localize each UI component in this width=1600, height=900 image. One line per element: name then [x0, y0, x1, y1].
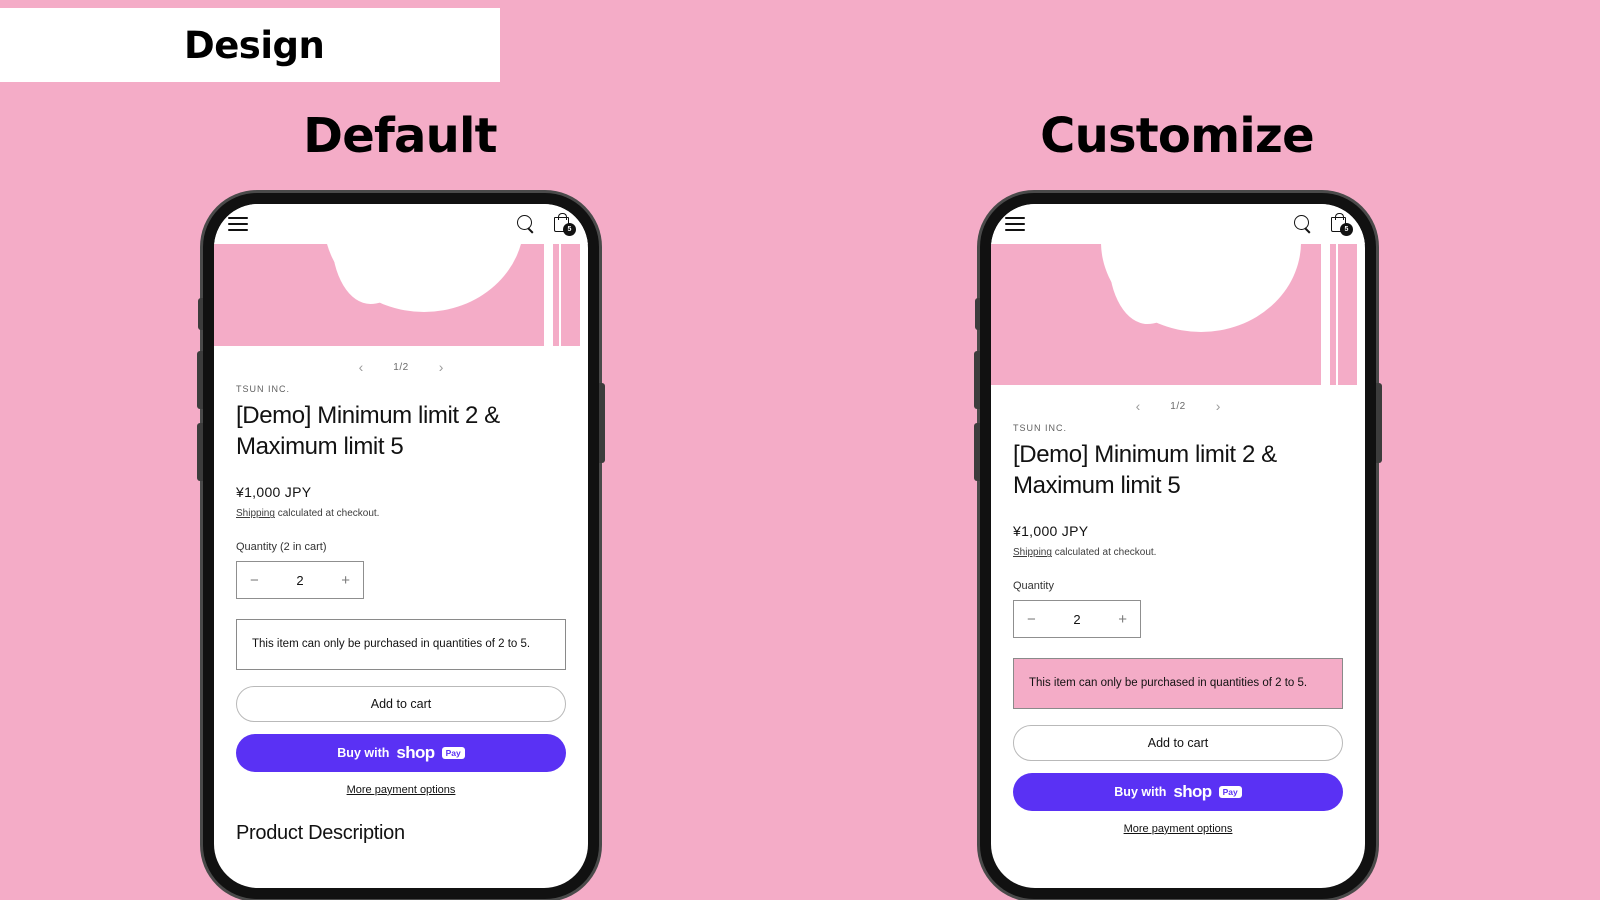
search-icon[interactable]: [517, 214, 536, 234]
shop-pay-tag: Pay: [441, 746, 465, 760]
gallery-carousel-nav-customize: ‹ 1/2 ›: [991, 389, 1365, 423]
add-to-cart-button[interactable]: Add to cart: [236, 685, 566, 722]
quantity-value[interactable]: 2: [296, 573, 303, 588]
more-payment-options-link[interactable]: More payment options: [236, 784, 566, 796]
cart-count-badge: 5: [563, 223, 576, 236]
quantity-label: Quantity (2 in cart): [236, 541, 327, 554]
shipping-note-text: calculated at checkout.: [1054, 547, 1157, 559]
gallery-slide-next-preview[interactable]: [1327, 244, 1357, 385]
quantity-increase-button[interactable]: +: [1118, 612, 1127, 627]
quantity-stepper[interactable]: − 2 +: [1013, 600, 1141, 639]
design-banner-title: Design: [184, 23, 325, 67]
buy-with-shop-pay-button[interactable]: Buy with shop Pay: [236, 733, 566, 772]
gallery-counter: 1/2: [1170, 400, 1186, 412]
store-header-customize: 5: [991, 204, 1365, 244]
add-to-cart-button[interactable]: Add to cart: [1013, 724, 1343, 761]
phone-silent-switch[interactable]: [975, 298, 980, 330]
shipping-link[interactable]: Shipping: [1013, 547, 1052, 558]
quantity-limit-notice: This item can only be purchased in quant…: [236, 619, 566, 670]
shop-pay-logo: shop: [396, 742, 435, 762]
design-banner: Design: [0, 8, 500, 82]
quantity-decrease-button[interactable]: −: [1027, 612, 1036, 627]
phone-mockup-default: 5 ‹ 1/2 › TSUN INC. [Demo] Minimum limit…: [197, 193, 605, 899]
product-price: ¥1,000 JPY: [236, 484, 312, 501]
shipping-note: Shipping calculated at checkout.: [1013, 547, 1343, 558]
buy-with-shop-pay-button[interactable]: Buy with shop Pay: [1013, 772, 1343, 811]
store-header-default: 5: [214, 204, 588, 244]
product-title: [Demo] Minimum limit 2 & Maximum limit 5: [1013, 441, 1277, 499]
shop-pay-prefix: Buy with: [337, 745, 390, 760]
product-page-default: ‹ 1/2 › TSUN INC. [Demo] Minimum limit 2…: [214, 244, 588, 845]
gallery-next-icon[interactable]: ›: [1216, 399, 1221, 413]
cart-count-badge: 5: [1340, 223, 1353, 236]
phone-power-button[interactable]: [1376, 383, 1382, 463]
product-info-default: TSUN INC. [Demo] Minimum limit 2 & Maxim…: [214, 384, 588, 845]
product-gallery-customize[interactable]: [991, 244, 1365, 385]
gallery-carousel-nav-default: ‹ 1/2 ›: [214, 350, 588, 384]
shopping-cart-icon[interactable]: 5: [1329, 213, 1353, 236]
search-icon[interactable]: [1294, 214, 1313, 234]
shop-pay-prefix: Buy with: [1114, 784, 1167, 799]
gallery-slide-current: [991, 244, 1321, 385]
gallery-prev-icon[interactable]: ‹: [1136, 399, 1141, 413]
gallery-prev-icon[interactable]: ‹: [359, 360, 364, 374]
product-vendor: TSUN INC.: [236, 384, 290, 394]
phone-screen-default: 5 ‹ 1/2 › TSUN INC. [Demo] Minimum limit…: [214, 204, 588, 888]
product-info-customize: TSUN INC. [Demo] Minimum limit 2 & Maxim…: [991, 423, 1365, 835]
more-payment-options-link[interactable]: More payment options: [1013, 823, 1343, 835]
phone-screen-customize: 5 ‹ 1/2 › TSUN INC. [Demo] Minimum limit…: [991, 204, 1365, 888]
hamburger-menu-icon[interactable]: [228, 217, 248, 231]
column-title-customize: Customize: [1040, 108, 1314, 164]
product-title: [Demo] Minimum limit 2 & Maximum limit 5: [236, 402, 500, 460]
quantity-label: Quantity: [1013, 580, 1054, 593]
product-description-heading: Product Description: [236, 821, 405, 844]
gallery-next-icon[interactable]: ›: [439, 360, 444, 374]
phone-volume-down-button[interactable]: [197, 423, 203, 481]
phone-volume-up-button[interactable]: [974, 351, 980, 409]
product-price: ¥1,000 JPY: [1013, 523, 1089, 540]
shopping-cart-icon[interactable]: 5: [552, 213, 576, 236]
shipping-note: Shipping calculated at checkout.: [236, 508, 566, 519]
phone-silent-switch[interactable]: [198, 298, 203, 330]
shop-pay-logo: shop: [1173, 781, 1212, 801]
gallery-slide-next-preview[interactable]: [550, 244, 580, 346]
quantity-stepper[interactable]: − 2 +: [236, 561, 364, 600]
product-gallery-default[interactable]: [214, 244, 588, 346]
phone-power-button[interactable]: [599, 383, 605, 463]
shipping-note-text: calculated at checkout.: [277, 508, 380, 520]
product-page-customize: ‹ 1/2 › TSUN INC. [Demo] Minimum limit 2…: [991, 244, 1365, 835]
quantity-decrease-button[interactable]: −: [250, 573, 259, 588]
phone-volume-down-button[interactable]: [974, 423, 980, 481]
phone-mockup-customize: 5 ‹ 1/2 › TSUN INC. [Demo] Minimum limit…: [974, 193, 1382, 899]
column-title-default: Default: [303, 108, 497, 164]
gallery-counter: 1/2: [393, 361, 409, 373]
quantity-increase-button[interactable]: +: [341, 573, 350, 588]
quantity-value[interactable]: 2: [1073, 612, 1080, 627]
phone-volume-up-button[interactable]: [197, 351, 203, 409]
shop-pay-tag: Pay: [1218, 785, 1242, 799]
quantity-limit-notice: This item can only be purchased in quant…: [1013, 658, 1343, 709]
shipping-link[interactable]: Shipping: [236, 508, 275, 519]
hamburger-menu-icon[interactable]: [1005, 217, 1025, 231]
product-vendor: TSUN INC.: [1013, 423, 1067, 433]
gallery-slide-current: [214, 244, 544, 346]
